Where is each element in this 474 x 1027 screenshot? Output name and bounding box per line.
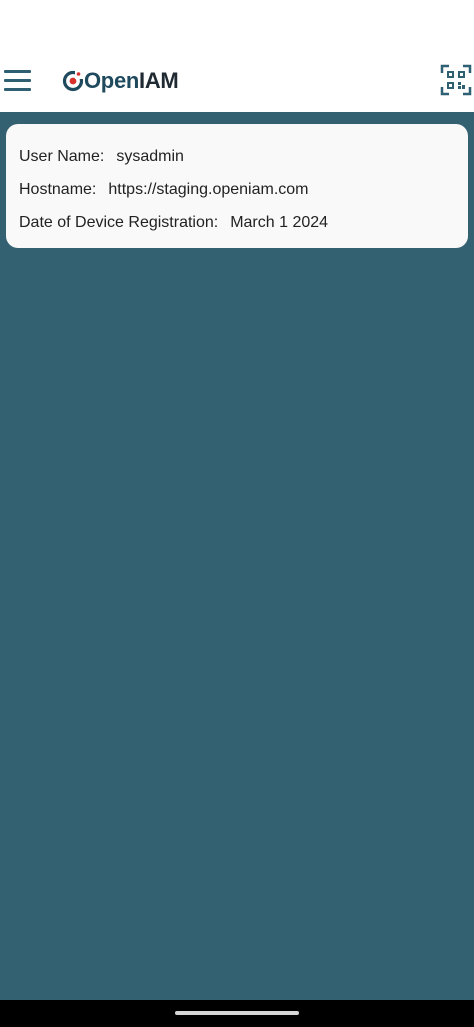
qr-scan-button[interactable] — [440, 64, 472, 96]
username-label: User Name: — [19, 147, 105, 165]
qr-code-scan-icon — [440, 64, 472, 96]
logo-text-iam: IAM — [139, 68, 179, 93]
username-row: User Name: sysadmin — [19, 140, 455, 173]
home-indicator[interactable] — [175, 1011, 299, 1015]
openiam-logo-icon — [62, 70, 84, 92]
navigation-bar — [0, 1000, 474, 1027]
menu-button[interactable] — [0, 58, 40, 102]
hostname-value: https://staging.openiam.com — [108, 180, 309, 198]
main-content: User Name: sysadmin Hostname: https://st… — [0, 112, 474, 1000]
hostname-label: Hostname: — [19, 180, 97, 198]
registration-date-label: Date of Device Registration: — [19, 213, 219, 231]
registration-date-value: March 1 2024 — [230, 213, 329, 231]
hamburger-menu-icon-line — [4, 87, 31, 91]
registration-date-row: Date of Device Registration: March 1 202… — [19, 206, 455, 239]
status-bar — [0, 0, 474, 52]
device-info-card: User Name: sysadmin Hostname: https://st… — [6, 124, 468, 248]
hostname-row: Hostname: https://staging.openiam.com — [19, 173, 455, 206]
openiam-logo: Open IAM — [62, 66, 179, 96]
hamburger-menu-icon-line — [4, 78, 31, 82]
hamburger-menu-icon — [4, 69, 31, 73]
logo-text-open: Open — [84, 68, 140, 93]
username-value: sysadmin — [116, 147, 184, 165]
app-bar: Open IAM — [0, 52, 474, 112]
